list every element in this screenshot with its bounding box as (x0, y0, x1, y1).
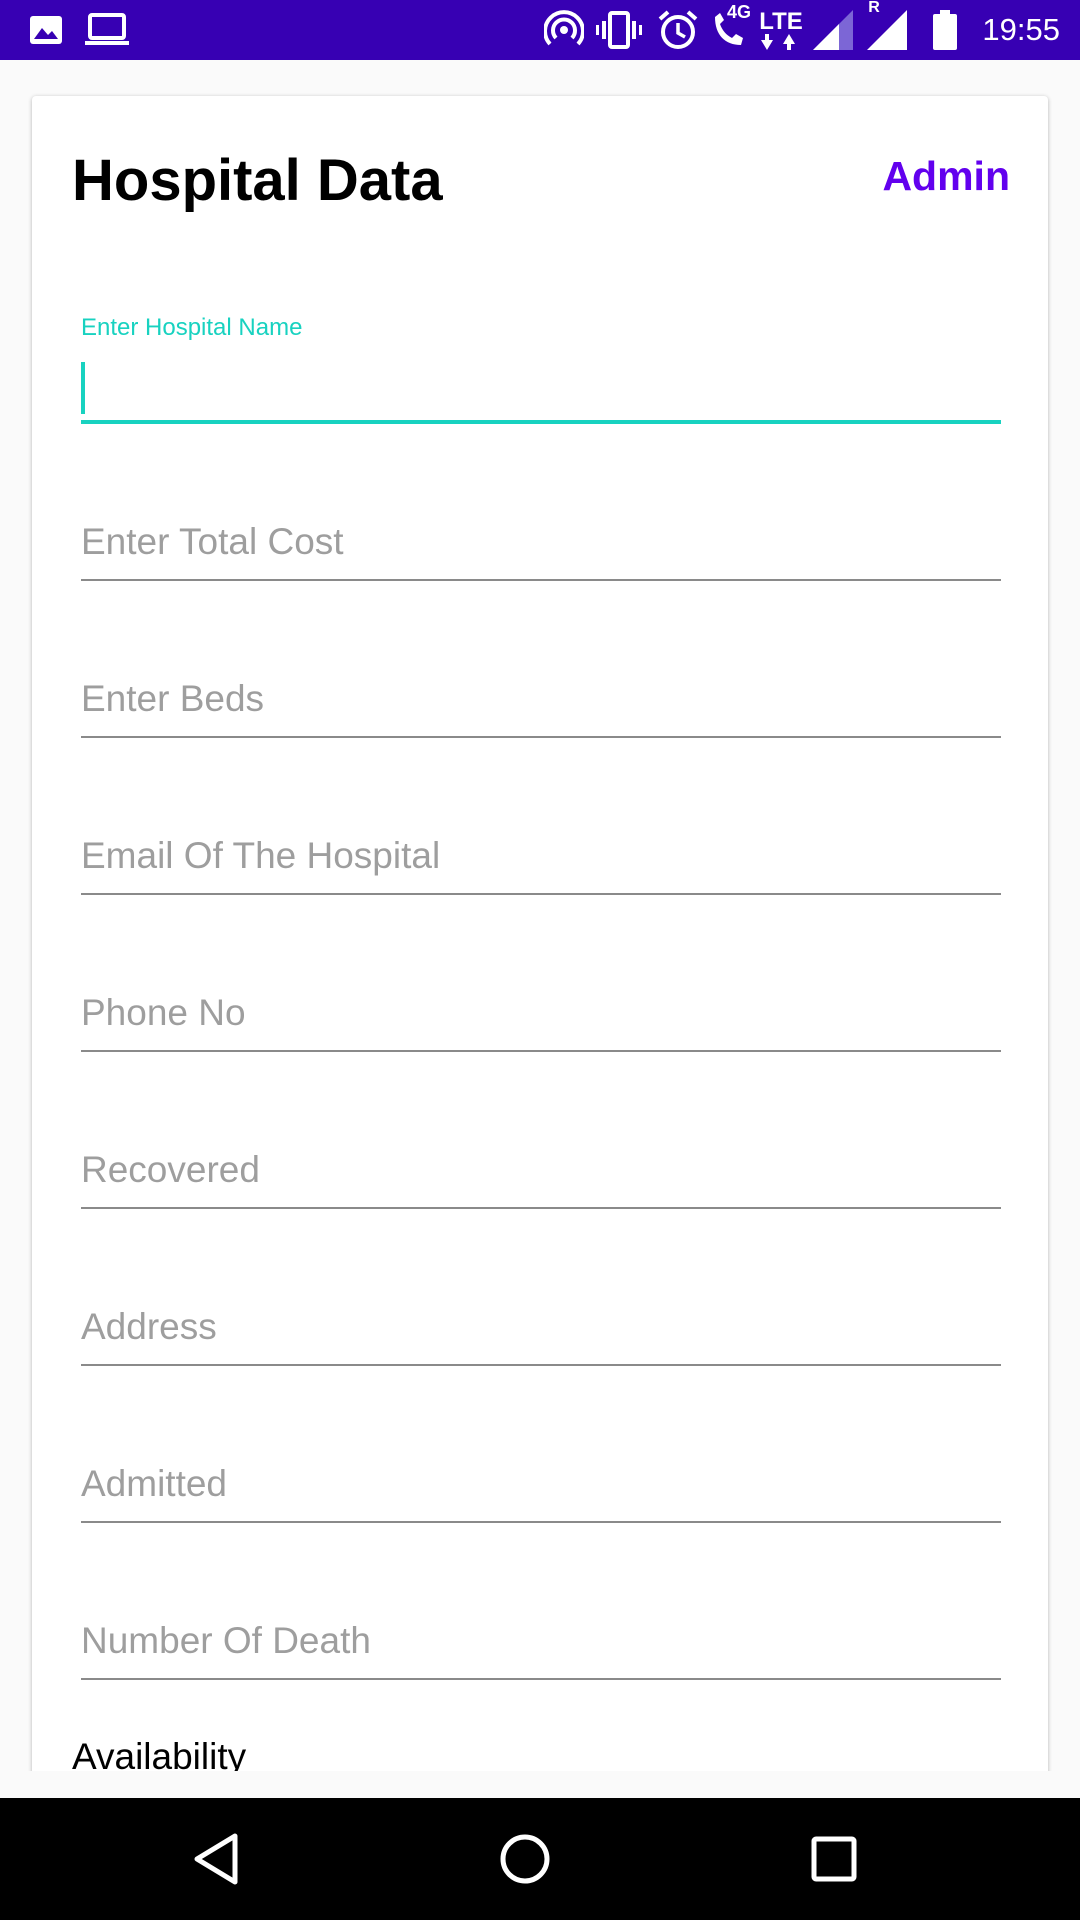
beds-input[interactable] (81, 672, 1001, 738)
recovered-field (81, 1099, 1001, 1209)
address-input[interactable] (81, 1300, 1001, 1366)
recovered-input[interactable] (81, 1143, 1001, 1209)
phone-input[interactable] (81, 986, 1001, 1052)
hospital-name-label: Enter Hospital Name (81, 314, 303, 341)
lte-label: LTE (759, 8, 803, 35)
deaths-field (81, 1570, 1001, 1680)
vibrate-icon (596, 0, 642, 60)
phone-field (81, 942, 1001, 1052)
hospital-name-field: Enter Hospital Name (81, 314, 1001, 424)
admin-button[interactable]: Admin (882, 152, 1010, 201)
recents-icon (811, 1836, 857, 1882)
roaming-label: R (868, 0, 880, 16)
availability-label: Availability (72, 1736, 247, 1771)
page-title: Hospital Data (72, 148, 443, 213)
admitted-field (81, 1413, 1001, 1523)
hospital-name-input[interactable] (81, 358, 1001, 424)
hospital-form-card: Hospital Data Admin Enter Hospital Name (32, 96, 1048, 1771)
content-area: Hospital Data Admin Enter Hospital Name (0, 60, 1080, 1771)
recents-button[interactable] (774, 1798, 894, 1920)
status-time: 19:55 (982, 12, 1060, 47)
navigation-bar (0, 1798, 1080, 1920)
address-field (81, 1256, 1001, 1366)
email-field (81, 785, 1001, 895)
hotspot-icon (542, 0, 586, 60)
signal-icon (812, 0, 854, 60)
text-cursor (81, 362, 85, 414)
laptop-icon (84, 0, 130, 60)
image-icon (26, 0, 66, 60)
back-button[interactable] (156, 1798, 276, 1920)
home-icon (500, 1834, 550, 1884)
lte-icon: LTE (756, 0, 806, 60)
battery-icon (930, 0, 960, 60)
back-icon (194, 1833, 238, 1885)
deaths-input[interactable] (81, 1614, 1001, 1680)
status-bar: 4G LTE R 19:55 (0, 0, 1080, 60)
beds-field (81, 628, 1001, 738)
alarm-icon (656, 0, 700, 60)
home-button[interactable] (465, 1798, 585, 1920)
total-cost-field (81, 471, 1001, 581)
total-cost-input[interactable] (81, 515, 1001, 581)
email-input[interactable] (81, 829, 1001, 895)
network-type-label: 4G (726, 1, 751, 22)
admitted-input[interactable] (81, 1457, 1001, 1523)
